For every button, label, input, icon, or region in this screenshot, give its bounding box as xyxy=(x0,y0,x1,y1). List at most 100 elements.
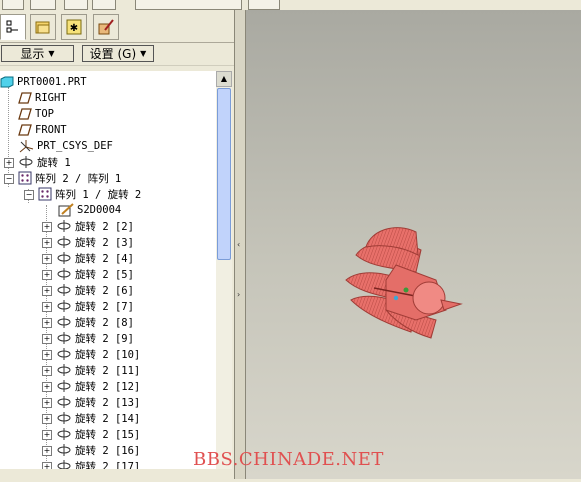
tab-connections[interactable] xyxy=(93,14,119,40)
expand-toggle[interactable]: + xyxy=(42,222,52,232)
part-icon xyxy=(0,76,14,88)
expand-toggle[interactable]: + xyxy=(42,302,52,312)
watermark: BBS.CHINADE.NET xyxy=(193,449,384,470)
revolve-icon xyxy=(57,460,71,469)
revolve-icon xyxy=(57,380,71,392)
settings-dropdown[interactable]: 设置 (G) ▼ xyxy=(82,45,154,62)
revolve-icon xyxy=(57,412,71,424)
toolbar-view-buttons[interactable] xyxy=(135,0,242,10)
pattern-icon xyxy=(38,187,52,201)
toolbar-print-button[interactable] xyxy=(64,0,88,10)
tree-item-label: 旋转 2 [7] xyxy=(75,300,134,313)
toolbar-datum-button[interactable] xyxy=(248,0,280,10)
show-dropdown-label: 显示 xyxy=(20,47,45,61)
sketch-icon xyxy=(58,203,74,217)
expand-right-icon[interactable]: › xyxy=(237,290,240,299)
tree-options-bar: 显示 ▼ 设置 (G) ▼ xyxy=(0,42,234,65)
tree-item-label: 旋转 2 [10] xyxy=(75,348,141,361)
tree-scrollbar[interactable]: ▲ xyxy=(216,71,232,469)
expand-toggle[interactable]: + xyxy=(42,286,52,296)
tree-item-label: 旋转 2 [8] xyxy=(75,316,134,329)
scroll-up-button[interactable]: ▲ xyxy=(216,71,232,87)
tree-root-label: PRT0001.PRT xyxy=(17,76,87,88)
expand-toggle[interactable]: + xyxy=(4,158,14,168)
tab-favorites[interactable]: ✱ xyxy=(61,14,87,40)
revolve-icon xyxy=(57,300,71,312)
tab-model-tree[interactable] xyxy=(0,14,26,40)
tree-item-label: 旋转 2 [3] xyxy=(75,236,134,249)
tree-item-pattern-2[interactable]: 阵列 2 / 阵列 1 xyxy=(18,170,121,186)
tree-item-label: 旋转 2 [6] xyxy=(75,284,134,297)
expand-toggle[interactable]: + xyxy=(42,366,52,376)
expand-toggle[interactable]: + xyxy=(42,446,52,456)
model-3d-view xyxy=(345,227,463,339)
expand-toggle[interactable]: + xyxy=(42,398,52,408)
tree-item-revolve[interactable]: 旋转 2 [12] xyxy=(56,378,140,394)
toolbar-mail-button[interactable] xyxy=(92,0,116,10)
revolve-icon xyxy=(57,396,71,408)
tree-item-label: 旋转 2 [2] xyxy=(75,220,134,233)
show-dropdown[interactable]: 显示 ▼ xyxy=(1,45,74,62)
tree-item-revolve[interactable]: 旋转 2 [11] xyxy=(56,362,140,378)
tab-folder-browser[interactable] xyxy=(30,14,56,40)
collapse-left-icon[interactable]: ‹ xyxy=(237,240,240,249)
tree-item-revolve[interactable]: 旋转 2 [16] xyxy=(56,442,140,458)
tree-item-revolve[interactable]: 旋转 2 [3] xyxy=(56,234,134,250)
tree-root[interactable]: PRT0001.PRT xyxy=(0,74,87,90)
revolve-icon xyxy=(19,156,33,168)
expand-toggle[interactable]: + xyxy=(42,430,52,440)
revolve-icon xyxy=(57,364,71,376)
tree-item-label: 旋转 2 [14] xyxy=(75,412,141,425)
tree-connector xyxy=(8,87,9,187)
expand-toggle[interactable]: + xyxy=(42,270,52,280)
tree-item-revolve[interactable]: 旋转 2 [2] xyxy=(56,218,134,234)
tree-item-revolve[interactable]: 旋转 2 [4] xyxy=(56,250,134,266)
expand-toggle[interactable]: + xyxy=(42,238,52,248)
tree-item-revolve[interactable]: 旋转 2 [13] xyxy=(56,394,140,410)
tree-item-revolve[interactable]: 旋转 2 [10] xyxy=(56,346,140,362)
tree-item-revolve[interactable]: 旋转 2 [14] xyxy=(56,410,140,426)
tree-item-label: 阵列 2 / 阵列 1 xyxy=(35,172,122,185)
folder-icon xyxy=(35,21,50,34)
expand-toggle[interactable]: + xyxy=(42,382,52,392)
tree-item-sketch[interactable]: S2D0004 xyxy=(58,202,121,218)
datum-plane-icon xyxy=(18,124,32,136)
tree-item-revolve[interactable]: 旋转 2 [5] xyxy=(56,266,134,282)
settings-dropdown-label: 设置 (G) xyxy=(89,47,137,61)
revolve-icon xyxy=(57,444,71,456)
model-tree: PRT0001.PRT RIGHT TOP FRONT PRT_CSYS_DEF… xyxy=(0,71,216,469)
tree-item-right[interactable]: RIGHT xyxy=(18,90,67,106)
collapse-toggle[interactable]: − xyxy=(4,174,14,184)
tree-item-revolve-1[interactable]: 旋转 1 xyxy=(18,154,71,170)
toolbar-open-button[interactable] xyxy=(2,0,24,10)
tree-item-revolve[interactable]: 旋转 2 [9] xyxy=(56,330,134,346)
graphics-viewport[interactable] xyxy=(246,10,581,479)
tree-item-revolve[interactable]: 旋转 2 [6] xyxy=(56,282,134,298)
scroll-thumb[interactable] xyxy=(217,88,231,260)
tree-item-revolve[interactable]: 旋转 2 [7] xyxy=(56,298,134,314)
expand-toggle[interactable]: + xyxy=(42,414,52,424)
tree-item-csys[interactable]: PRT_CSYS_DEF xyxy=(18,138,113,154)
revolve-icon xyxy=(57,332,71,344)
tree-item-pattern-1[interactable]: 阵列 1 / 旋转 2 xyxy=(38,186,141,202)
tree-item-top[interactable]: TOP xyxy=(18,106,54,122)
expand-toggle[interactable]: + xyxy=(42,318,52,328)
tree-item-revolve[interactable]: 旋转 2 [15] xyxy=(56,426,140,442)
toolbar-save-button[interactable] xyxy=(30,0,56,10)
revolve-icon xyxy=(57,284,71,296)
chevron-down-icon: ▼ xyxy=(48,49,55,58)
chevron-down-icon: ▼ xyxy=(140,49,147,58)
expand-toggle[interactable]: + xyxy=(42,350,52,360)
expand-toggle[interactable]: + xyxy=(42,334,52,344)
tree-item-revolve[interactable]: 旋转 2 [17] xyxy=(56,458,140,469)
collapse-toggle[interactable]: − xyxy=(24,190,34,200)
tree-item-revolve[interactable]: 旋转 2 [8] xyxy=(56,314,134,330)
tree-item-label: 旋转 2 [17] xyxy=(75,460,141,470)
tree-item-label: PRT_CSYS_DEF xyxy=(37,140,113,152)
tree-item-label: FRONT xyxy=(35,124,67,136)
panel-splitter[interactable]: ‹ › xyxy=(234,10,246,479)
expand-toggle[interactable]: + xyxy=(42,254,52,264)
tree-item-front[interactable]: FRONT xyxy=(18,122,67,138)
tree-item-label: 旋转 2 [16] xyxy=(75,444,141,457)
expand-toggle[interactable]: + xyxy=(42,462,52,469)
